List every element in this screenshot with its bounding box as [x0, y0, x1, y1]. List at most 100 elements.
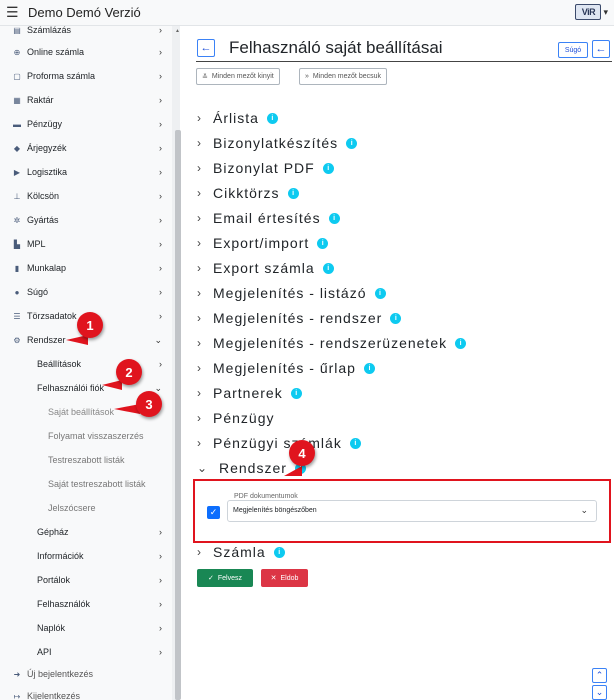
info-icon[interactable]: i	[322, 162, 334, 174]
chevron-right-icon: ›	[159, 143, 162, 153]
back-button-right[interactable]: ←	[592, 40, 610, 58]
sidebar-scrollbar-thumb[interactable]	[175, 130, 181, 700]
chevron-right-icon: ›	[159, 215, 162, 225]
section-export-szamla[interactable]: › Export számla i	[197, 257, 334, 279]
sidebar-item-proforma[interactable]: ▢ Proforma számla ›	[0, 64, 172, 88]
section-penzugyi-szamlak[interactable]: › Pénzügyi számlák i	[197, 432, 361, 454]
section-megjelenites-rendszeruzenetek[interactable]: › Megjelenítés - rendszerüzenetek i	[197, 332, 467, 354]
chevron-right-icon: ›	[159, 551, 162, 561]
chevron-right-icon: ›	[159, 623, 162, 633]
money-icon: ▬	[13, 119, 21, 129]
brand-menu[interactable]: ViR ▾	[575, 4, 608, 20]
sidebar-item-sajat-testreszabott[interactable]: Saját testreszabott listák	[0, 472, 172, 496]
sidebar-item-raktar[interactable]: ▦ Raktár ›	[0, 88, 172, 112]
chevron-right-icon: ›	[197, 111, 202, 125]
scroll-bottom-button[interactable]: ⌄	[592, 685, 607, 700]
info-icon[interactable]: i	[349, 437, 361, 449]
sidebar-item-portalok[interactable]: Portálok ›	[0, 568, 172, 592]
section-megjelenites-listazo[interactable]: › Megjelenítés - listázó i	[197, 282, 386, 304]
chevron-right-icon: ›	[159, 47, 162, 57]
help-button[interactable]: Súgó	[558, 42, 588, 58]
warehouse-icon: ▦	[13, 95, 21, 105]
section-szamla[interactable]: › Számla i	[197, 541, 285, 563]
chevron-right-icon: ›	[197, 186, 202, 200]
info-icon[interactable]: i	[266, 112, 278, 124]
info-icon[interactable]: i	[322, 262, 334, 274]
sidebar-item-informaciok[interactable]: Információk ›	[0, 544, 172, 568]
sidebar-item-sugo[interactable]: ● Súgó ›	[0, 280, 172, 304]
sidebar-item-testreszabott[interactable]: Testreszabott listák	[0, 448, 172, 472]
scroll-top-button[interactable]: ⌃	[592, 668, 607, 683]
settings-icon: ⚙	[13, 335, 21, 345]
chevron-right-icon: ›	[197, 436, 202, 450]
check-icon: ✓	[208, 575, 214, 582]
section-arlista[interactable]: › Árlista i	[197, 107, 278, 129]
section-cikktorzs[interactable]: › Cikktörzs i	[197, 182, 299, 204]
sidebar-item-uj-bejelentkezes[interactable]: ➜ Új bejelentkezés	[0, 662, 172, 686]
sidebar-item-logisztika[interactable]: ▶ Logisztika ›	[0, 160, 172, 184]
sidebar-item-felhasznalok[interactable]: Felhasználók ›	[0, 592, 172, 616]
back-button[interactable]: ←	[197, 39, 215, 57]
chevron-right-icon: ›	[197, 411, 202, 425]
section-megjelenites-urlap[interactable]: › Megjelenítés - űrlap i	[197, 357, 375, 379]
sidebar-item-beallitasok[interactable]: Beállítások ›	[0, 352, 172, 376]
section-megjelenites-rendszer[interactable]: › Megjelenítés - rendszer i	[197, 307, 402, 329]
chevron-right-icon: ›	[197, 161, 202, 175]
annotation-highlight-box	[193, 479, 611, 543]
sidebar-item-kijelentkezes[interactable]: ↦ Kijelentkezés	[0, 684, 172, 700]
sidebar-item-penzugy[interactable]: ▬ Pénzügy ›	[0, 112, 172, 136]
sidebar-item-jelszocsere[interactable]: Jelszócsere	[0, 496, 172, 520]
sidebar-item-naplok[interactable]: Naplók ›	[0, 616, 172, 640]
info-icon[interactable]: i	[346, 137, 358, 149]
chevron-right-icon: ›	[159, 263, 162, 273]
discard-button[interactable]: ✕ Eldob	[261, 569, 308, 587]
chevron-right-icon: ›	[159, 95, 162, 105]
save-button[interactable]: ✓ Felvesz	[197, 569, 253, 587]
section-partnerek[interactable]: › Partnerek i	[197, 382, 302, 404]
document-icon: ▢	[13, 71, 21, 81]
info-icon[interactable]: i	[328, 212, 340, 224]
info-icon[interactable]: i	[363, 362, 375, 374]
info-icon[interactable]: i	[390, 312, 402, 324]
sidebar-item-arjegyzek[interactable]: ◆ Árjegyzék ›	[0, 136, 172, 160]
section-export-import[interactable]: › Export/import i	[197, 232, 329, 254]
chevron-right-icon: ›	[159, 575, 162, 585]
chevron-up-icon: ⌃	[595, 670, 604, 680]
logout-icon: ↦	[13, 691, 21, 700]
info-icon[interactable]: i	[290, 387, 302, 399]
chevron-right-icon: ›	[159, 311, 162, 321]
chevron-down-icon: ⌄	[154, 334, 162, 345]
tag-icon: ◆	[13, 143, 21, 153]
sidebar-item-munkalap[interactable]: ▮ Munkalap ›	[0, 256, 172, 280]
collapse-all-button[interactable]: » Minden mezőt becsuk	[299, 68, 387, 85]
chevron-right-icon: ›	[159, 26, 162, 35]
sidebar-item-online-szamla[interactable]: ⊕ Online számla ›	[0, 40, 172, 64]
chevron-right-icon: ›	[159, 647, 162, 657]
chart-icon: ▙	[13, 239, 21, 249]
chevron-down-icon: ▾	[603, 6, 608, 17]
chevron-right-icon: ›	[159, 167, 162, 177]
section-email-ertesites[interactable]: › Email értesítés i	[197, 207, 340, 229]
info-icon[interactable]: i	[287, 187, 299, 199]
scroll-up-arrow-icon[interactable]: ▲	[175, 28, 180, 34]
info-icon[interactable]: i	[317, 237, 329, 249]
info-icon[interactable]: i	[374, 287, 386, 299]
chevron-right-icon: ›	[159, 287, 162, 297]
sidebar-item-folyamat[interactable]: Folyamat visszaszerzés	[0, 424, 172, 448]
annotation-callout-2: 2	[116, 359, 142, 385]
section-penzugy[interactable]: › Pénzügy	[197, 407, 274, 429]
section-bizonylat-pdf[interactable]: › Bizonylat PDF i	[197, 157, 334, 179]
info-icon[interactable]: i	[455, 337, 467, 349]
sidebar-item-mpl[interactable]: ▙ MPL ›	[0, 232, 172, 256]
sidebar-item-gyartas[interactable]: ✲ Gyártás ›	[0, 208, 172, 232]
annotation-callout-4: 4	[289, 440, 315, 466]
expand-all-button[interactable]: ≚ Minden mezőt kinyit	[196, 68, 280, 85]
hamburger-icon[interactable]: ☰	[6, 4, 20, 21]
info-icon[interactable]: i	[273, 546, 285, 558]
sidebar-item-kolcson[interactable]: ⊥ Kölcsön ›	[0, 184, 172, 208]
section-bizonylatkeszites[interactable]: › Bizonylatkészítés i	[197, 132, 358, 154]
sidebar-item-gephaz[interactable]: Gépház ›	[0, 520, 172, 544]
double-chevron-down-icon: ≚	[202, 73, 208, 81]
sidebar-item-api[interactable]: API ›	[0, 640, 172, 664]
login-icon: ➜	[13, 669, 21, 679]
